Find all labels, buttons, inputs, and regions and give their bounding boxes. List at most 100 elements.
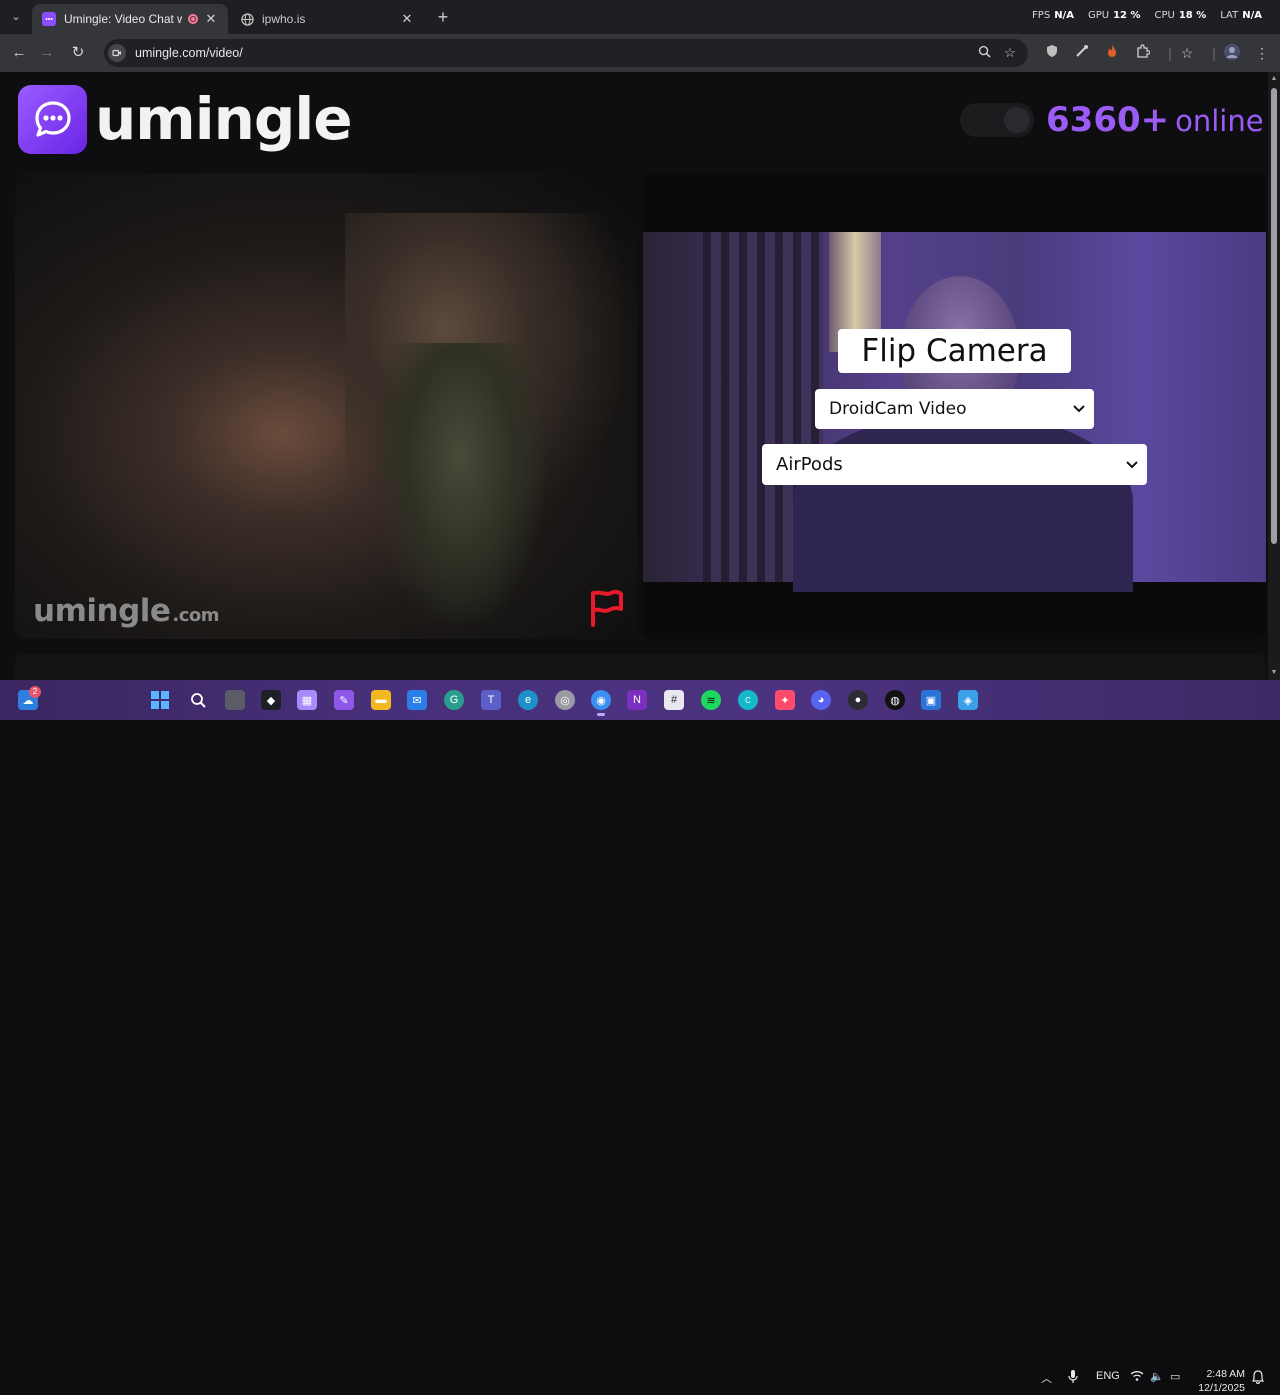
recording-indicator-icon — [188, 14, 198, 24]
umingle-favicon-icon — [42, 12, 56, 26]
clock-date: 12/1/2025 — [1198, 1382, 1245, 1394]
clock-time: 2:48 AM — [1206, 1368, 1245, 1380]
language-indicator[interactable]: ENG — [1096, 1370, 1120, 1382]
address-bar[interactable]: umingle.com/video/ ☆ — [104, 39, 1028, 67]
globe-icon — [240, 12, 254, 26]
tab-search-chevron-icon[interactable]: ⌄ — [6, 8, 26, 26]
site-info-icon[interactable] — [108, 44, 126, 62]
canva-icon[interactable]: C — [738, 690, 758, 710]
toggle-knob — [1004, 107, 1030, 133]
flip-camera-button[interactable]: Flip Camera — [838, 329, 1071, 373]
scrollbar-thumb[interactable] — [1271, 88, 1277, 544]
chat-bubble-logo-icon — [18, 84, 87, 154]
system-stats-overlay: FPS N/A GPU 12 % CPU 18 % LAT N/A — [1032, 10, 1272, 21]
profile-avatar-icon[interactable] — [1222, 43, 1242, 63]
tab-umingle[interactable]: Umingle: Video Chat with St ✕ — [32, 4, 228, 34]
tab-close-icon[interactable]: ✕ — [204, 11, 218, 27]
search-icon[interactable] — [188, 690, 208, 710]
stat-label: CPU — [1154, 10, 1175, 21]
edge-icon[interactable]: e — [518, 690, 538, 710]
tray-chevron-up-icon[interactable]: ︿ — [1041, 1370, 1052, 1386]
system-clock[interactable]: 2:48 AM 12/1/2025 — [1198, 1367, 1245, 1395]
stat-value: 12 % — [1113, 10, 1141, 21]
page-content: umingle 6360+ online umingle .com Flip Ca… — [0, 72, 1268, 680]
chevron-down-icon — [1064, 405, 1094, 413]
file-explorer-icon[interactable]: ▬ — [371, 690, 391, 710]
spotify-icon[interactable]: ≋ — [701, 690, 721, 710]
tab-ipwho[interactable]: ipwho.is ✕ — [230, 4, 424, 34]
reload-icon[interactable]: ↻ — [68, 43, 88, 63]
dev-tool-app-icon[interactable]: ◆ — [261, 690, 281, 710]
tab-title: ipwho.is — [262, 12, 306, 26]
shield-extension-icon[interactable] — [1042, 43, 1062, 63]
windows-taskbar: ☁ ◆ ▦ ✎ ▬ ✉ G T e ◎ ◉ N # ≋ C ✦ ◕ ● ◍ ▣ … — [0, 680, 1280, 1394]
obs-icon[interactable]: ◍ — [885, 690, 905, 710]
chat-area-edge — [15, 654, 1265, 680]
stranger-video: umingle .com — [15, 173, 637, 639]
theme-toggle[interactable] — [960, 103, 1034, 137]
browser-toolbar: ← → ↻ umingle.com/video/ ☆ | ☆ | ⋮ — [0, 34, 1280, 72]
chrome-icon[interactable]: ◉ — [591, 690, 611, 716]
report-flag-icon[interactable] — [585, 587, 627, 629]
task-view-icon[interactable] — [225, 690, 245, 710]
notes-app-icon[interactable]: ✎ — [334, 690, 354, 710]
outlook-icon[interactable]: ✉ — [407, 690, 427, 710]
page-scrollbar[interactable]: ▲ ▼ — [1268, 72, 1280, 680]
watermark-domain: .com — [172, 605, 220, 626]
adobe-app-icon[interactable]: ✦ — [775, 690, 795, 710]
forward-arrow-icon[interactable]: → — [37, 43, 57, 63]
audio-source-select[interactable]: AirPods — [762, 444, 1147, 485]
video-source-select[interactable]: DroidCam Video — [815, 389, 1094, 429]
back-arrow-icon[interactable]: ← — [9, 43, 29, 63]
browser-menu-icon[interactable]: ⋮ — [1252, 43, 1272, 63]
onenote-icon[interactable]: N — [627, 690, 647, 710]
teams-icon[interactable]: T — [481, 690, 501, 710]
github-icon[interactable]: ● — [848, 690, 868, 710]
calculator-app-icon[interactable]: ▦ — [297, 690, 317, 710]
new-tab-plus-icon[interactable]: + — [434, 7, 452, 28]
site-logo[interactable]: umingle — [18, 84, 353, 154]
umingle-watermark: umingle .com — [33, 593, 220, 629]
photos-app-icon[interactable]: ▣ — [921, 690, 941, 710]
tab-strip: ⌄ Umingle: Video Chat with St ✕ ipwho.is… — [0, 0, 1280, 34]
zoom-icon[interactable] — [976, 45, 992, 61]
toolbar-divider: | — [1212, 45, 1216, 61]
stat-label: LAT — [1220, 10, 1239, 21]
self-video: Flip Camera DroidCam Video AirPods — [643, 173, 1266, 639]
extensions-puzzle-icon[interactable] — [1133, 43, 1153, 63]
wifi-icon[interactable] — [1130, 1370, 1144, 1385]
bookmarks-star-icon[interactable]: ☆ — [1177, 43, 1197, 63]
store-app-icon[interactable]: ◈ — [958, 690, 978, 710]
microphone-icon[interactable] — [1068, 1370, 1078, 1387]
notification-bell-icon[interactable] — [1252, 1370, 1264, 1387]
stat-value: N/A — [1242, 10, 1262, 21]
scroll-down-arrow-icon[interactable]: ▼ — [1270, 669, 1278, 677]
fire-extension-icon[interactable] — [1102, 43, 1122, 63]
stat-value: 18 % — [1178, 10, 1207, 21]
discord-icon[interactable]: ◕ — [811, 690, 831, 710]
audio-source-value: AirPods — [776, 454, 843, 475]
online-count: 6360+ — [1046, 100, 1170, 140]
url-text: umingle.com/video/ — [135, 46, 243, 60]
scroll-up-arrow-icon[interactable]: ▲ — [1270, 75, 1278, 83]
stat-value: N/A — [1054, 10, 1074, 21]
video-source-value: DroidCam Video — [829, 399, 967, 419]
bookmark-star-icon[interactable]: ☆ — [1002, 45, 1018, 61]
stat-label: FPS — [1032, 10, 1051, 21]
logo-wordmark: umingle — [95, 85, 353, 153]
tab-close-icon[interactable]: ✕ — [400, 11, 414, 27]
battery-icon[interactable]: ▭ — [1170, 1370, 1180, 1383]
stat-label: GPU — [1087, 10, 1110, 21]
volume-icon[interactable]: 🔈 — [1150, 1370, 1164, 1383]
settings-app-icon[interactable]: ◎ — [555, 690, 575, 710]
online-label: online — [1175, 104, 1264, 138]
slack-icon[interactable]: # — [664, 690, 684, 710]
chevron-down-icon — [1117, 460, 1147, 469]
chrome-alt-icon[interactable]: G — [444, 690, 464, 710]
camera-subject — [793, 412, 1133, 592]
windows-start-icon[interactable] — [150, 690, 170, 710]
notification-badge: 2 — [29, 686, 41, 698]
watermark-main: umingle — [33, 593, 171, 629]
tab-title: Umingle: Video Chat with St — [64, 12, 182, 26]
eyedropper-extension-icon[interactable] — [1072, 43, 1092, 63]
